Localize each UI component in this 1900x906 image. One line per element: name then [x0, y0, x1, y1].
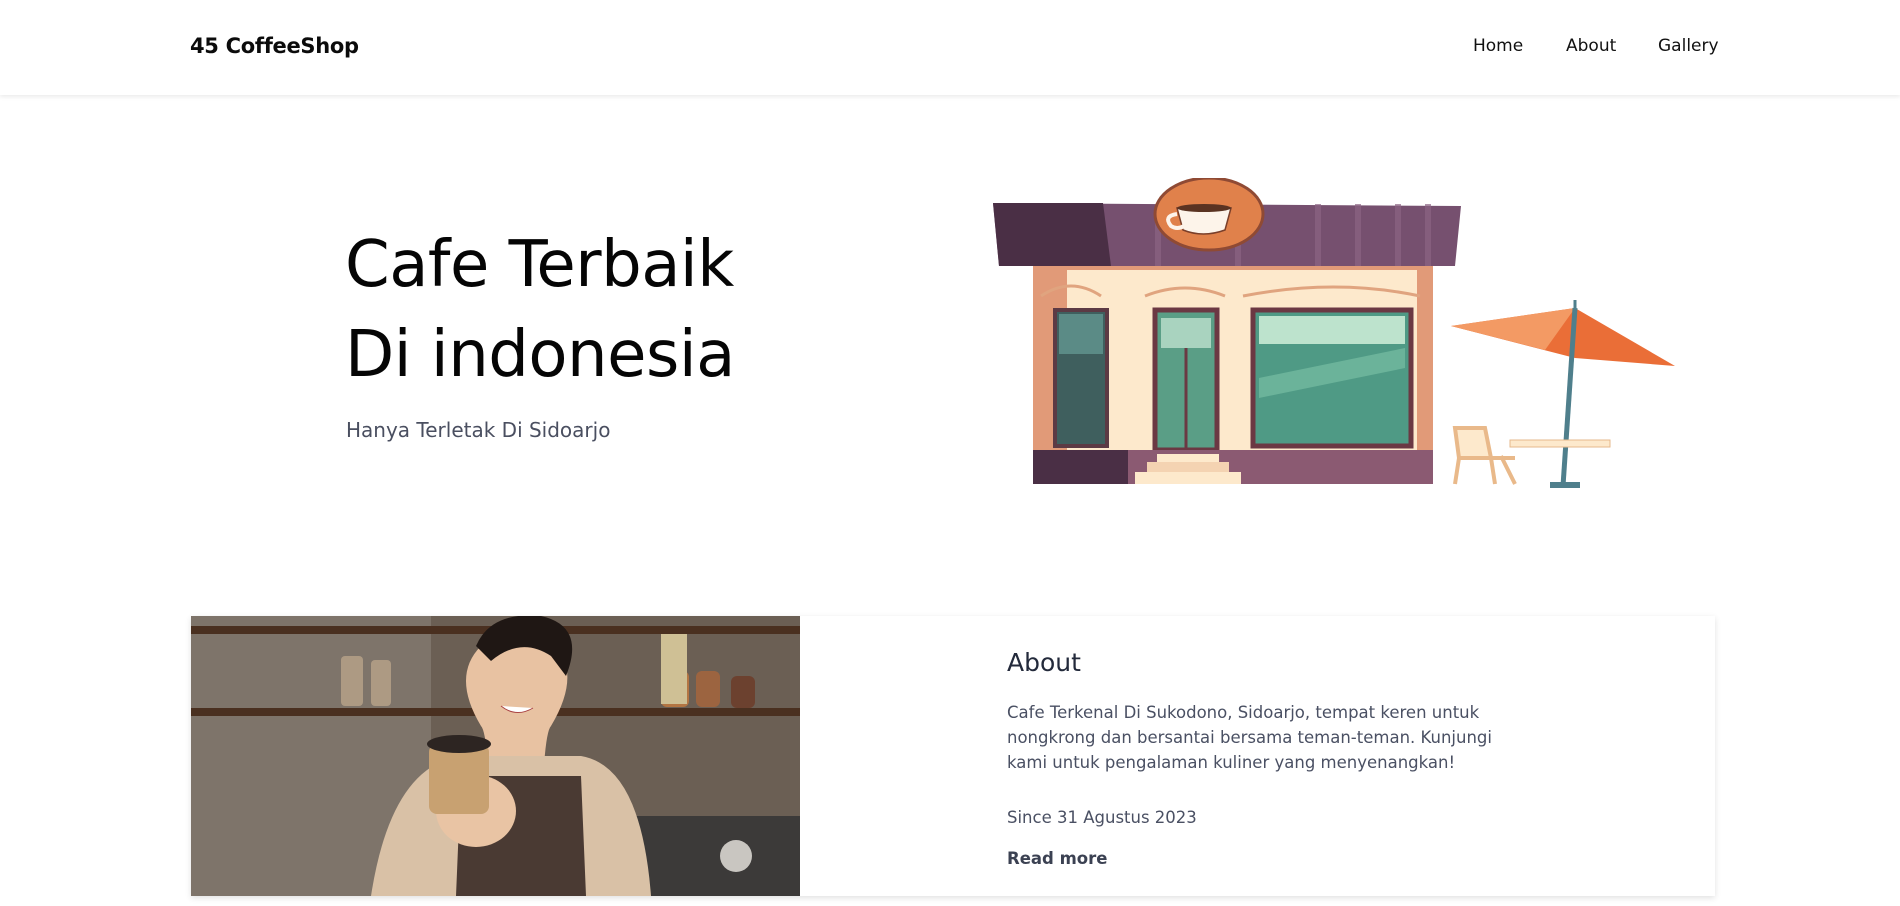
cafe-base-band-shade [1033, 450, 1128, 484]
cafe-step-top [1157, 454, 1219, 462]
hero-title: Cafe Terbaik Di indonesia [345, 220, 735, 400]
hero-subtitle: Hanya Terletak Di Sidoarjo [346, 418, 611, 442]
cafe-left-window-pane [1059, 314, 1103, 354]
about-description: Cafe Terkenal Di Sukodono, Sidoarjo, tem… [1007, 703, 1492, 772]
patio-table [1509, 439, 1611, 448]
cafe-door-glass [1161, 318, 1211, 348]
cafe-storefront-illustration [993, 178, 1675, 488]
cafe-step-bottom [1135, 472, 1241, 484]
about-title: About [1007, 648, 1081, 677]
patio-table-base [1550, 482, 1580, 488]
nav-link-about[interactable]: About [1566, 36, 1616, 56]
brand-logo[interactable]: 45 CoffeeShop [190, 34, 359, 58]
navbar: 45 CoffeeShop Home About Gallery [0, 0, 1900, 95]
hero-title-line-2: Di indonesia [345, 318, 735, 392]
barista-photo [191, 616, 800, 896]
hero-title-line-1: Cafe Terbaik [345, 228, 734, 302]
barista-illustration [191, 616, 800, 896]
read-more-link[interactable]: Read more [1007, 849, 1107, 868]
nav-link-home[interactable]: Home [1473, 36, 1523, 56]
nav-link-gallery[interactable]: Gallery [1658, 36, 1719, 56]
about-since-date: Since 31 Agustus 2023 [1007, 808, 1197, 827]
cafe-roof-shade [993, 203, 1111, 266]
cafe-window-reflection [1259, 316, 1405, 344]
cafe-step-mid [1147, 462, 1229, 472]
about-card: About Cafe Terkenal Di Sukodono, Sidoarj… [191, 616, 1715, 896]
patio-chair [1452, 426, 1517, 485]
